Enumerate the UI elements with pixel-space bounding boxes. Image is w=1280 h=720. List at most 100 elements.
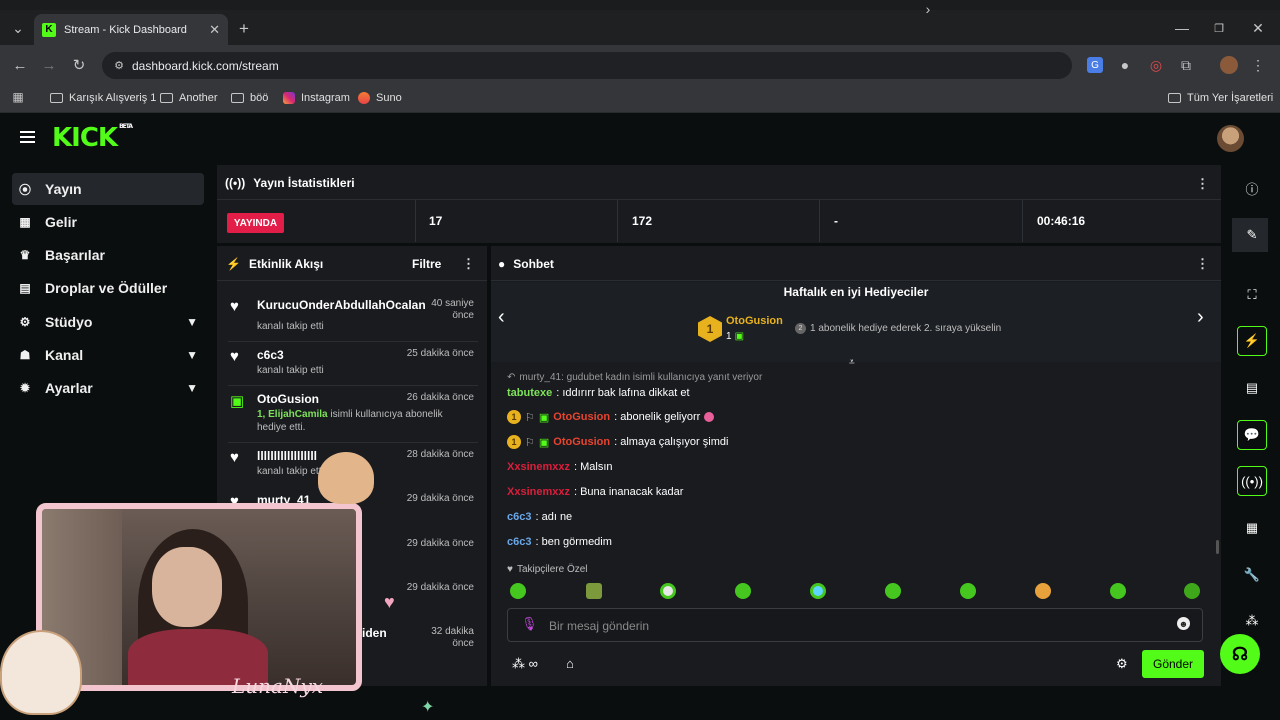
emote[interactable] (1110, 583, 1126, 599)
forward-icon[interactable]: → (41, 57, 57, 74)
rank-icon: 2 (795, 323, 806, 334)
notes-icon[interactable]: ▤ (1237, 373, 1267, 403)
quick-actions-icon[interactable]: ⚡ (1237, 326, 1267, 356)
sidebar-item-basarilar[interactable]: ♛ Başarılar (12, 239, 204, 271)
rank-badge-icon: 1 (507, 435, 521, 449)
stats-menu-icon[interactable]: ⋮ (1196, 176, 1209, 192)
minimize-icon[interactable]: — (1174, 20, 1190, 36)
browser-tab-strip: ⌄ K Stream - Kick Dashboard ✕ + › — ❐ ✕ (0, 0, 1280, 45)
chat-header: ● Sohbet (498, 257, 554, 271)
restore-icon[interactable]: ❐ (1211, 20, 1227, 36)
edit-pencil-icon[interactable]: ✎ (1237, 220, 1267, 250)
close-window-icon[interactable]: ✕ (1250, 20, 1266, 36)
chat-message: c6c3: ben görmedim (507, 536, 612, 548)
apps-grid-icon[interactable]: ▦ (11, 90, 25, 104)
support-headset-icon[interactable]: ☊ (1220, 634, 1260, 674)
divider (415, 200, 416, 242)
emote[interactable] (810, 583, 826, 599)
chat-message: Xxsinemxxz: Buna inanacak kadar (507, 486, 684, 498)
emote[interactable] (1035, 583, 1051, 599)
send-button[interactable]: Gönder (1142, 650, 1204, 678)
extensions-puzzle-icon[interactable]: ⧉ (1178, 57, 1194, 73)
store-icon[interactable]: ⌂ (566, 656, 574, 671)
sidebar-item-yayin[interactable]: ⦿ Yayın (12, 173, 204, 205)
tab-search-icon[interactable]: ⌄ (10, 20, 26, 36)
close-tab-icon[interactable]: ✕ (209, 22, 220, 38)
emote[interactable] (1184, 583, 1200, 599)
browser-tab[interactable]: K Stream - Kick Dashboard ✕ (34, 14, 228, 45)
chat-message: Xxsinemxxz: Malsın (507, 461, 613, 473)
emote[interactable] (586, 583, 602, 599)
sidebar-item-kanal[interactable]: ☗ Kanal ▼ (12, 339, 204, 371)
broadcast-icon: ⦿ (18, 182, 31, 197)
emoji-icon (704, 412, 715, 422)
chevron-right-icon[interactable]: › (1197, 306, 1204, 329)
activity-menu-icon[interactable]: ⋮ (462, 256, 475, 272)
chat-input-placeholder: Bir mesaj gönderin (549, 619, 650, 633)
microphone-icon[interactable]: 🎙 (521, 616, 538, 632)
gift-icon: ▣ (230, 393, 245, 410)
sidebar-item-gelir[interactable]: ▦ Gelir (12, 206, 204, 238)
reply-note: ↶ murty_41: gudubet kadın isimli kullanıc… (507, 372, 763, 383)
bookmark-item[interactable]: böö (231, 89, 268, 107)
filter-button[interactable]: Filtre (412, 257, 441, 271)
sidebar-item-ayarlar[interactable]: ✹ Ayarlar ▼ (12, 372, 204, 404)
points-icon[interactable]: ⁂ ∞ (512, 656, 538, 672)
extension-red-icon[interactable]: ◎ (1148, 57, 1164, 73)
chart-icon: ▦ (19, 215, 31, 229)
sidebar-item-droplar[interactable]: ▤ Droplar ve Ödüller (12, 272, 204, 304)
sidebar-item-studyo[interactable]: ⚙ Stüdyo ▼ (12, 306, 204, 338)
top-gifter-name[interactable]: OtoGusion (726, 315, 783, 327)
bookmark-item[interactable]: Another (160, 89, 218, 107)
chevron-left-icon[interactable]: ‹ (498, 306, 505, 329)
stream-duration: 00:46:16 (1037, 214, 1086, 228)
emote[interactable] (735, 583, 751, 599)
address-bar[interactable]: ⚙ dashboard.kick.com/stream (102, 52, 1072, 79)
folder-icon (1168, 93, 1181, 103)
emote[interactable] (510, 583, 526, 599)
chat-message: 1 ⚐ ▣ OtoGusion: abonelik geliyorr (507, 410, 715, 424)
divider (217, 280, 487, 281)
heart-icon: ♥ (230, 449, 239, 466)
emote[interactable] (885, 583, 901, 599)
chat-scrollbar[interactable] (1216, 540, 1219, 554)
divider (1022, 200, 1023, 242)
chevron-right-icon[interactable]: › (920, 1, 936, 17)
profile-avatar-icon[interactable] (1220, 56, 1238, 74)
chevron-down-icon: ▼ (186, 381, 198, 395)
emoji-picker-icon[interactable]: ☻ (1177, 617, 1190, 630)
kick-favicon-icon: K (42, 22, 56, 37)
emote[interactable] (960, 583, 976, 599)
chat-settings-icon[interactable]: ⚙ (1116, 656, 1128, 672)
studio-icon: ⚙ (19, 315, 31, 329)
bookmark-item[interactable]: Karışık Alışveriş 1 (50, 89, 156, 107)
all-bookmarks[interactable]: Tüm Yer İşaretleri (1168, 89, 1273, 107)
heart-icon: ♥ (230, 348, 239, 365)
new-tab-icon[interactable]: + (236, 19, 252, 38)
scroll-down-icon[interactable]: ⩡ (849, 357, 855, 368)
chat-menu-icon[interactable]: ⋮ (1196, 256, 1209, 272)
fullscreen-icon[interactable]: ⛶ (1237, 280, 1267, 310)
chevron-down-icon: ▼ (186, 348, 198, 362)
chat-toggle-icon[interactable]: 💬 (1237, 420, 1267, 450)
kick-logo[interactable]: KICK BETA (52, 123, 133, 153)
translate-extension-icon[interactable]: G (1087, 57, 1103, 73)
wrench-icon[interactable]: 🔧 (1237, 560, 1267, 590)
site-info-icon[interactable]: ⚙ (112, 58, 126, 72)
divider (491, 280, 1221, 281)
info-icon[interactable]: ⓘ (1237, 173, 1267, 203)
reload-icon[interactable]: ↻ (71, 57, 87, 74)
gift-badge-icon: ▣ (538, 436, 550, 449)
emote[interactable] (660, 583, 676, 599)
user-avatar[interactable] (1217, 125, 1244, 152)
chrome-menu-icon[interactable]: ⋮ (1251, 57, 1265, 73)
webcam-overlay (36, 503, 362, 691)
community-icon[interactable]: ⁂ (1237, 606, 1267, 636)
hamburger-menu-icon[interactable] (20, 131, 35, 143)
extension-icon[interactable]: ● (1118, 57, 1132, 73)
back-icon[interactable]: ← (12, 57, 28, 74)
bookmark-item[interactable]: Instagram (283, 89, 350, 107)
broadcast-toggle-icon[interactable]: ((•)) (1237, 466, 1267, 496)
bookmark-item[interactable]: Suno (358, 89, 402, 107)
moderation-icon[interactable]: ▦ (1237, 513, 1267, 543)
